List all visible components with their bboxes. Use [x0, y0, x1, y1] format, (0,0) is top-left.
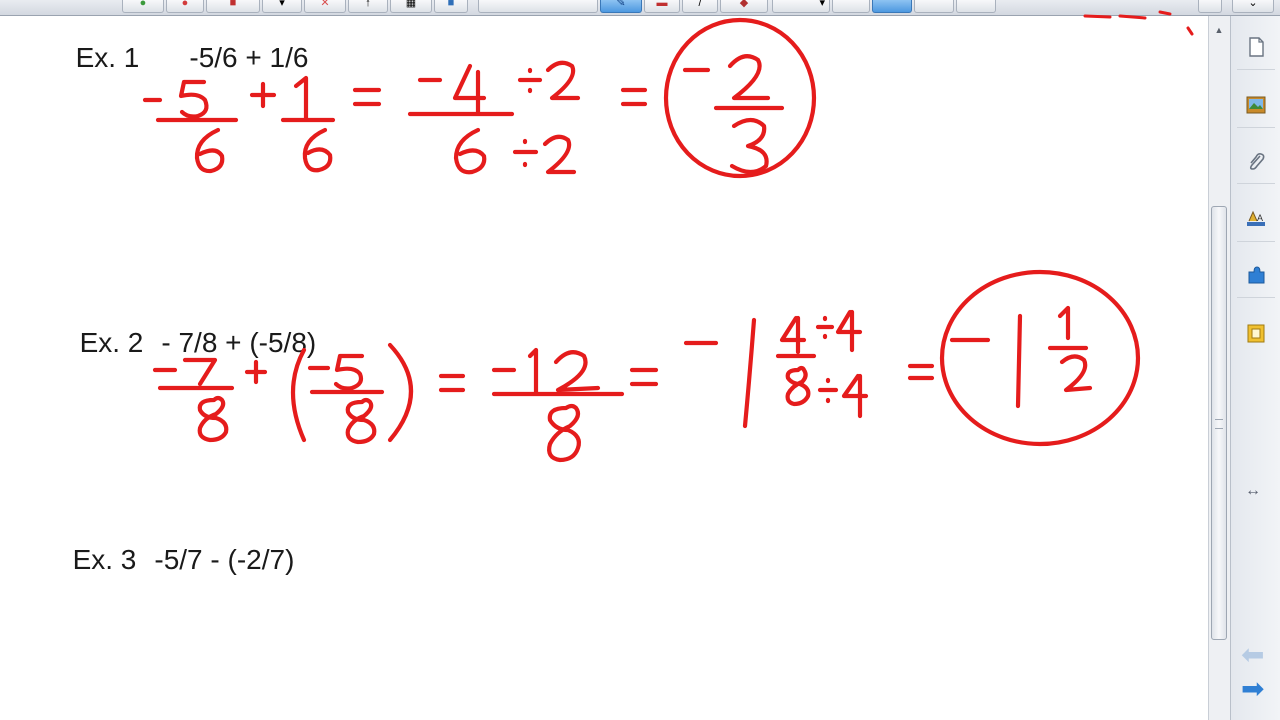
page-sorter-icon — [1249, 37, 1264, 57]
svg-text:A: A — [1257, 213, 1263, 223]
resize-handle-icon[interactable]: ↔ — [1245, 482, 1261, 500]
tab-attachments[interactable] — [1237, 140, 1275, 184]
attachments-icon — [1249, 153, 1265, 170]
tab-add-ons[interactable] — [1237, 254, 1275, 298]
previous-page-icon[interactable]: ➡︎ — [1241, 638, 1264, 671]
properties-icon: A — [1247, 210, 1265, 226]
top-right-ink-marks — [1083, 10, 1194, 36]
toolbar-expand-button[interactable]: ⌄ — [1232, 0, 1274, 13]
vertical-scrollbar[interactable]: ▲ — [1208, 16, 1230, 720]
side-tab-panel: A ↔ ➡︎ ➡ — [1230, 16, 1280, 720]
tab-gallery[interactable] — [1237, 84, 1275, 128]
ex2-handwritten-work — [152, 269, 1141, 463]
tab-properties[interactable]: A — [1237, 198, 1275, 242]
gallery-icon — [1246, 96, 1266, 114]
add-ons-icon — [1248, 266, 1265, 284]
chevron-down-icon: ⌄ — [1248, 0, 1258, 9]
scrollbar-grip-icon — [1215, 419, 1223, 429]
next-page-icon[interactable]: ➡ — [1241, 672, 1264, 705]
tab-lesson-activity[interactable] — [1237, 312, 1275, 356]
lesson-activity-icon — [1247, 324, 1265, 343]
ex1-handwritten-work — [142, 17, 817, 179]
scroll-up-arrow-icon[interactable]: ▲ — [1211, 22, 1227, 38]
tab-page-sorter[interactable] — [1237, 26, 1275, 70]
handwriting-layer[interactable] — [0, 0, 1210, 720]
scrollbar-thumb[interactable] — [1211, 206, 1227, 640]
